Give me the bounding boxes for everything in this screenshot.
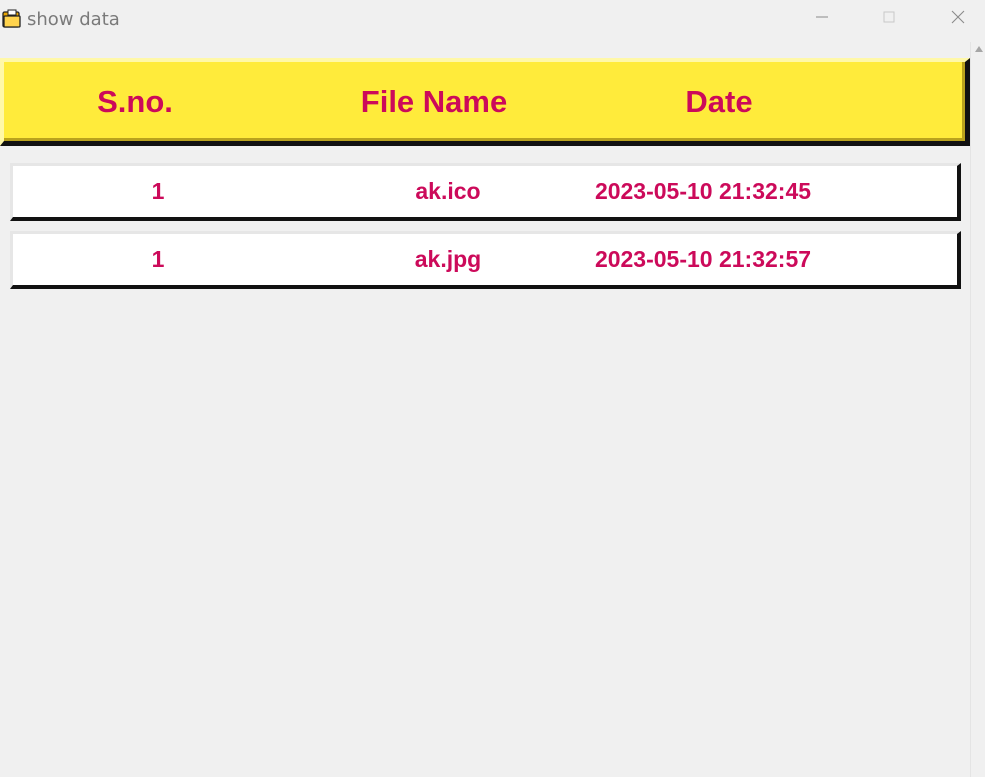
cell-date: 2023-05-10 21:32:57 — [594, 246, 812, 272]
cell-sno: 1 — [151, 246, 165, 272]
app-window: show data S.no. File Name Date 1 ak.ico … — [0, 0, 985, 777]
scroll-up-arrow-icon[interactable] — [975, 46, 983, 52]
maximize-icon — [883, 10, 895, 28]
cell-file-name: ak.jpg — [414, 246, 482, 272]
folder-icon — [2, 9, 22, 29]
window-title: show data — [27, 9, 120, 30]
cell-file-name: ak.ico — [415, 178, 481, 204]
close-icon — [951, 10, 965, 29]
cell-date: 2023-05-10 21:32:45 — [594, 178, 812, 204]
close-button[interactable] — [935, 0, 981, 38]
column-header-sno: S.no. — [97, 83, 173, 119]
table-header: S.no. File Name Date — [0, 58, 970, 146]
maximize-button[interactable] — [866, 0, 912, 38]
table-row[interactable]: 1 ak.ico 2023-05-10 21:32:45 — [10, 163, 961, 221]
cell-sno: 1 — [151, 178, 165, 204]
title-bar[interactable]: show data — [0, 0, 985, 40]
minimize-button[interactable] — [799, 0, 845, 38]
table-row[interactable]: 1 ak.jpg 2023-05-10 21:32:57 — [10, 231, 961, 289]
column-header-date: Date — [685, 83, 753, 119]
column-header-file-name: File Name — [360, 83, 508, 119]
vertical-scrollbar[interactable] — [970, 42, 985, 777]
minimize-icon — [816, 10, 828, 28]
